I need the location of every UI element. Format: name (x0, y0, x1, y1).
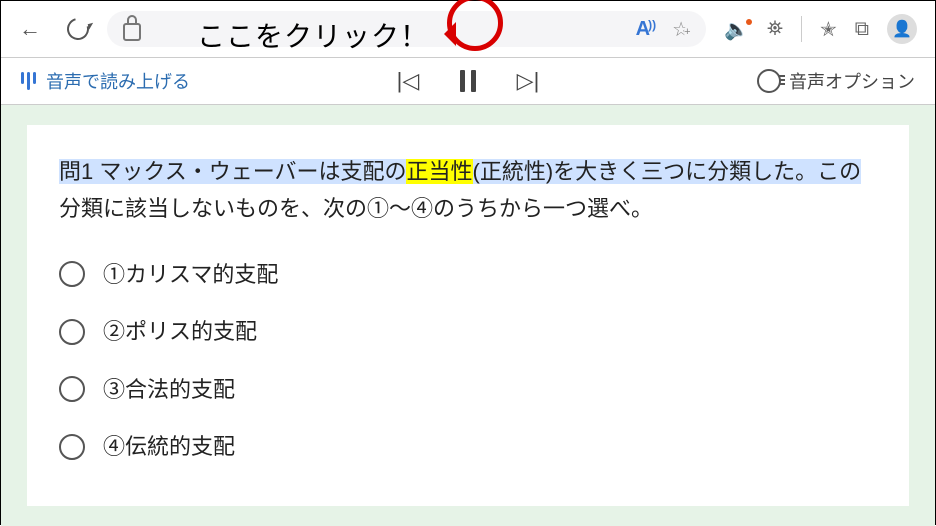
read-aloud-label: 音声で読み上げる (46, 68, 190, 94)
pause-button[interactable] (453, 66, 483, 96)
reader-toolbar: 音声で読み上げる |◁ ▷| 音声オプション (1, 58, 935, 105)
radio-icon (59, 261, 85, 287)
skip-next-icon: ▷| (517, 68, 540, 94)
immersive-reader-icon[interactable]: A)) (636, 18, 658, 41)
separator (801, 16, 802, 42)
voice-options-button[interactable]: 音声オプション (757, 68, 915, 94)
reload-button[interactable] (59, 10, 97, 48)
back-button[interactable]: ← (11, 10, 49, 48)
document-content: 問1 マックス・ウェーバーは支配の正当性(正統性)を大きく三つに分類した。この … (27, 125, 909, 506)
reload-icon (63, 14, 93, 44)
option-2[interactable]: ②ポリス的支配 (59, 313, 877, 350)
option-4[interactable]: ④伝統的支配 (59, 428, 877, 465)
reader-content-area: 問1 マックス・ウェーバーは支配の正当性(正統性)を大きく三つに分類した。この … (1, 105, 935, 526)
option-3[interactable]: ③合法的支配 (59, 371, 877, 408)
browser-window: ここをクリック！ ← A)) ☆ 🔈 ⛯ ✭ ⧉ 👤 音声で読み上げる |◁ (0, 0, 936, 525)
playback-controls: |◁ ▷| (393, 66, 543, 96)
pause-icon (460, 70, 476, 92)
radio-icon (59, 376, 85, 402)
question-highlight: 正当性 (406, 159, 472, 184)
favorites-add-icon[interactable]: ☆ (672, 17, 690, 42)
answer-options: ①カリスマ的支配 ②ポリス的支配 ③合法的支配 ④伝統的支配 (59, 256, 877, 466)
prev-button[interactable]: |◁ (393, 66, 423, 96)
profile-avatar[interactable]: 👤 (887, 14, 917, 44)
voice-options-icon (757, 69, 781, 93)
read-aloud-button[interactable]: 音声で読み上げる (21, 68, 190, 94)
option-1[interactable]: ①カリスマ的支配 (59, 256, 877, 293)
lock-icon (123, 23, 141, 41)
question-segment-1: 問1 マックス・ウェーバーは支配の (59, 159, 406, 184)
favorites-icon[interactable]: ✭ (820, 17, 837, 42)
question-text: 問1 マックス・ウェーバーは支配の正当性(正統性)を大きく三つに分類した。この … (59, 153, 877, 228)
annotation-callout: ここをクリック！ (197, 15, 429, 55)
option-3-label: ③合法的支配 (103, 371, 235, 408)
option-2-label: ②ポリス的支配 (103, 313, 257, 350)
voice-options-label: 音声オプション (789, 68, 915, 94)
address-bar-right-icons: A)) ☆ (636, 17, 690, 42)
question-line-2: 分類に該当しないものを、次の①〜④のうちから一つ選べ。 (59, 196, 653, 221)
extensions-icon[interactable]: ⛯ (767, 18, 783, 41)
skip-prev-icon: |◁ (397, 68, 420, 94)
arrow-left-icon: ← (19, 16, 41, 42)
option-1-label: ①カリスマ的支配 (103, 256, 278, 293)
collections-icon[interactable]: ⧉ (855, 18, 869, 41)
megaphone-icon[interactable]: 🔈 (724, 17, 749, 42)
question-segment-2: (正統性)を大きく三つに分類した。この (473, 159, 862, 184)
next-button[interactable]: ▷| (513, 66, 543, 96)
radio-icon (59, 434, 85, 460)
toolbar-right-icons: 🔈 ⛯ ✭ ⧉ 👤 (716, 14, 925, 44)
sound-wave-icon (21, 72, 36, 90)
option-4-label: ④伝統的支配 (103, 428, 235, 465)
radio-icon (59, 319, 85, 345)
annotation-text: ここをクリック！ (197, 15, 429, 55)
